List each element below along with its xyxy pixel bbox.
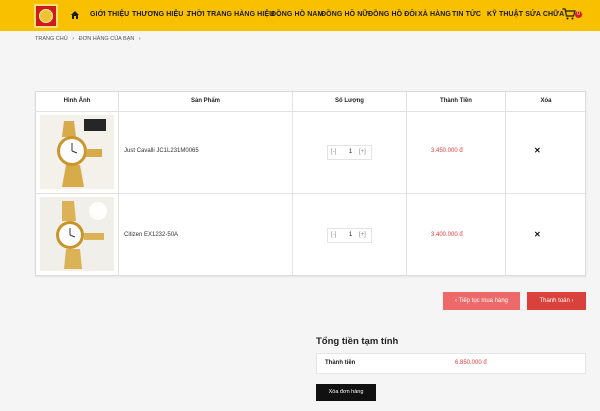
- nav-thoi-trang-label: THỜI TRANG HÀNG HIỆU: [187, 11, 275, 18]
- nav-dong-ho-nam[interactable]: ĐỒNG HỒ NAM: [271, 11, 323, 18]
- chevron-right-icon: ›: [72, 36, 75, 42]
- header-product: Sản Phẩm: [190, 98, 220, 104]
- line-total: 3.400.000 đ: [431, 232, 463, 238]
- product-name[interactable]: Citizen EX1232-50A: [124, 232, 178, 238]
- increase-button[interactable]: [+]: [359, 232, 366, 238]
- subtotal-value: 6.850.000 đ: [455, 360, 487, 366]
- product-image[interactable]: [40, 115, 114, 189]
- breadcrumb-home[interactable]: TRANG CHỦ: [35, 36, 68, 42]
- header-image: Hình Ảnh: [63, 98, 91, 104]
- subtotal-title: Tổng tiền tạm tính: [316, 336, 399, 347]
- header-divider: [36, 111, 587, 112]
- quantity-stepper: [-] 1 [+]: [327, 145, 372, 160]
- nav-thoi-trang[interactable]: THỜI TRANG HÀNG HIỆU ⌄: [187, 11, 281, 18]
- nav-thuong-hieu[interactable]: THƯƠNG HIỆU ⌄: [132, 11, 191, 18]
- brand-logo[interactable]: [34, 4, 58, 28]
- header-subtotal: Thành Tiền: [440, 98, 472, 104]
- cart-icon[interactable]: [562, 8, 576, 20]
- column-divider: [292, 92, 293, 275]
- subtotal-label: Thành tiền: [325, 360, 356, 366]
- nav-ky-thuat[interactable]: KỸ THUẬT SỬA CHỮA: [487, 11, 564, 18]
- home-icon[interactable]: [70, 10, 80, 20]
- checkout-button[interactable]: Thanh toán ›: [527, 292, 586, 310]
- top-navigation: GIỚI THIỆU THƯƠNG HIỆU ⌄ THỜI TRANG HÀNG …: [0, 0, 600, 31]
- nav-dong-ho-nu[interactable]: ĐỒNG HỒ NỮ: [321, 11, 368, 18]
- header-quantity: Số Lượng: [335, 98, 364, 104]
- column-divider: [118, 92, 119, 275]
- clear-order-button[interactable]: Xóa đơn hàng: [316, 384, 376, 401]
- breadcrumb: TRANG CHỦ › ĐƠN HÀNG CỦA BẠN ›: [35, 36, 144, 42]
- nav-xa-hang[interactable]: XẢ HÀNG: [418, 11, 451, 18]
- nav-dong-ho-doi[interactable]: ĐỒNG HỒ ĐÔI: [368, 11, 417, 18]
- header-remove: Xóa: [540, 98, 552, 104]
- product-image[interactable]: [40, 197, 114, 271]
- line-total: 3.450.000 đ: [431, 148, 463, 154]
- cart-table: Hình Ảnh Sản Phẩm Số Lượng Thành Tiền Xó…: [35, 91, 587, 276]
- remove-item-icon[interactable]: ✕: [534, 230, 541, 239]
- nav-thuong-hieu-label: THƯƠNG HIỆU: [132, 11, 184, 18]
- breadcrumb-current: ĐƠN HÀNG CỦA BẠN: [78, 36, 135, 42]
- column-divider: [505, 92, 506, 275]
- quantity-value[interactable]: 1: [328, 149, 373, 155]
- continue-shopping-button[interactable]: ‹ Tiếp tục mua hàng: [443, 292, 520, 310]
- row-divider: [36, 193, 587, 194]
- remove-item-icon[interactable]: ✕: [534, 146, 541, 155]
- product-name[interactable]: Just Cavalli JC1L231M0065: [124, 148, 199, 154]
- logo-emblem: [39, 9, 53, 23]
- column-divider: [406, 92, 407, 275]
- increase-button[interactable]: [+]: [359, 149, 366, 155]
- nav-gioi-thieu[interactable]: GIỚI THIỆU: [90, 11, 129, 18]
- quantity-value[interactable]: 1: [328, 232, 373, 238]
- cart-count-badge: 0: [575, 11, 582, 18]
- subtotal-box: Thành tiền 6.850.000 đ: [316, 353, 586, 374]
- quantity-stepper: [-] 1 [+]: [327, 228, 372, 243]
- chevron-right-icon: ›: [138, 36, 141, 42]
- nav-tin-tuc[interactable]: TIN TỨC: [452, 11, 481, 18]
